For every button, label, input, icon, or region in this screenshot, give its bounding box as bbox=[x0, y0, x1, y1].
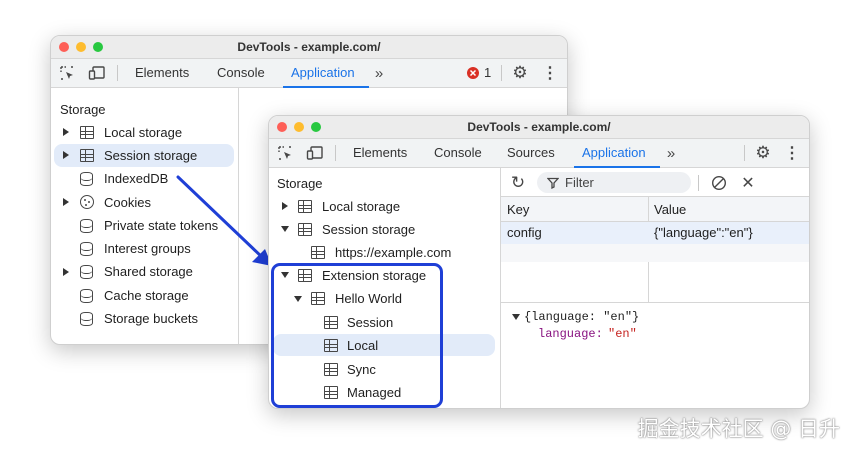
highlight-box bbox=[271, 263, 443, 408]
clear-all-icon[interactable] bbox=[709, 173, 729, 193]
tab-console[interactable]: Console bbox=[217, 65, 265, 80]
tab-sources[interactable]: Sources bbox=[507, 145, 555, 160]
preview-root: {language: "en"} bbox=[524, 310, 640, 324]
sidebar-item-indexeddb[interactable]: IndexedDB bbox=[104, 171, 168, 186]
filter-placeholder: Filter bbox=[565, 175, 594, 190]
more-options-icon[interactable]: ⋮ bbox=[782, 143, 802, 163]
table-icon bbox=[298, 200, 312, 213]
sidebar-item-storage-buckets[interactable]: Storage buckets bbox=[104, 311, 198, 326]
row-value[interactable]: {"language":"en"} bbox=[654, 225, 753, 240]
table-icon bbox=[80, 149, 94, 162]
devtools-toolbar: Elements Console Sources Application » ⚙… bbox=[269, 139, 809, 168]
preview-key: language: bbox=[538, 327, 603, 341]
more-tabs-icon[interactable]: » bbox=[661, 143, 681, 163]
filter-box[interactable]: Filter bbox=[537, 172, 691, 193]
sidebar-item-shared-storage[interactable]: Shared storage bbox=[104, 264, 193, 279]
sidebar-item-local-storage[interactable]: Local storage bbox=[104, 125, 182, 140]
device-toolbar-icon[interactable] bbox=[305, 143, 325, 163]
tab-application[interactable]: Application bbox=[582, 145, 646, 160]
window-title: DevTools - example.com/ bbox=[237, 40, 381, 54]
database-icon bbox=[80, 289, 93, 303]
sidebar-item-private-state-tokens[interactable]: Private state tokens bbox=[104, 218, 218, 233]
table-icon bbox=[80, 126, 94, 139]
preview-key-text: language bbox=[538, 327, 596, 341]
delete-selected-icon[interactable]: ✕ bbox=[738, 173, 758, 193]
sidebar-item-origin[interactable]: https://example.com bbox=[335, 245, 451, 260]
sidebar-item-cookies[interactable]: Cookies bbox=[104, 195, 151, 210]
title-bar: DevTools - example.com/ bbox=[269, 116, 809, 139]
table-icon bbox=[311, 246, 325, 259]
database-icon bbox=[80, 312, 93, 326]
cookie-icon bbox=[80, 195, 94, 209]
expand-arrow-icon[interactable] bbox=[282, 202, 288, 210]
column-header-value[interactable]: Value bbox=[654, 202, 686, 217]
title-bar: DevTools - example.com/ bbox=[51, 36, 567, 59]
inspect-element-icon[interactable] bbox=[57, 63, 77, 83]
table-icon bbox=[298, 223, 312, 236]
more-tabs-icon[interactable]: » bbox=[369, 63, 389, 83]
sidebar-item-interest-groups[interactable]: Interest groups bbox=[104, 241, 191, 256]
tab-application[interactable]: Application bbox=[291, 65, 355, 80]
tab-elements[interactable]: Elements bbox=[353, 145, 407, 160]
preview-value: "en" bbox=[608, 327, 637, 341]
inspect-element-icon[interactable] bbox=[275, 143, 295, 163]
tab-elements[interactable]: Elements bbox=[135, 65, 189, 80]
empty-row bbox=[501, 244, 809, 262]
database-icon bbox=[80, 172, 93, 186]
collapse-arrow-icon[interactable] bbox=[512, 314, 520, 320]
expand-arrow-icon[interactable] bbox=[63, 128, 69, 136]
expand-arrow-icon[interactable] bbox=[63, 268, 69, 276]
expand-arrow-icon[interactable] bbox=[63, 198, 69, 206]
error-count[interactable]: 1 bbox=[484, 65, 491, 80]
database-icon bbox=[80, 242, 93, 256]
expand-arrow-icon[interactable] bbox=[63, 151, 69, 159]
settings-gear-icon[interactable]: ⚙ bbox=[753, 143, 773, 163]
sidebar-item-session-storage[interactable]: Session storage bbox=[104, 148, 197, 163]
watermark-text: 掘金技术社区 @ 日升 bbox=[637, 417, 840, 441]
column-header-key[interactable]: Key bbox=[507, 202, 529, 217]
sidebar-heading: Storage bbox=[277, 176, 323, 191]
row-key[interactable]: config bbox=[507, 225, 542, 240]
database-icon bbox=[80, 219, 93, 233]
collapse-arrow-icon[interactable] bbox=[281, 226, 289, 232]
window-title: DevTools - example.com/ bbox=[467, 120, 611, 134]
settings-gear-icon[interactable]: ⚙ bbox=[510, 63, 530, 83]
device-toolbar-icon[interactable] bbox=[87, 63, 107, 83]
refresh-icon[interactable]: ↻ bbox=[508, 173, 528, 193]
sidebar-item-local-storage[interactable]: Local storage bbox=[322, 199, 400, 214]
error-icon[interactable] bbox=[463, 63, 483, 83]
devtools-toolbar: Elements Console Application » 1 ⚙ ⋮ bbox=[51, 59, 567, 88]
tab-console[interactable]: Console bbox=[434, 145, 482, 160]
sidebar-item-session-storage[interactable]: Session storage bbox=[322, 222, 415, 237]
sidebar-item-cache-storage[interactable]: Cache storage bbox=[104, 288, 189, 303]
database-icon bbox=[80, 265, 93, 279]
filter-icon bbox=[547, 177, 559, 189]
sidebar-heading: Storage bbox=[60, 102, 106, 117]
more-options-icon[interactable]: ⋮ bbox=[540, 63, 560, 83]
